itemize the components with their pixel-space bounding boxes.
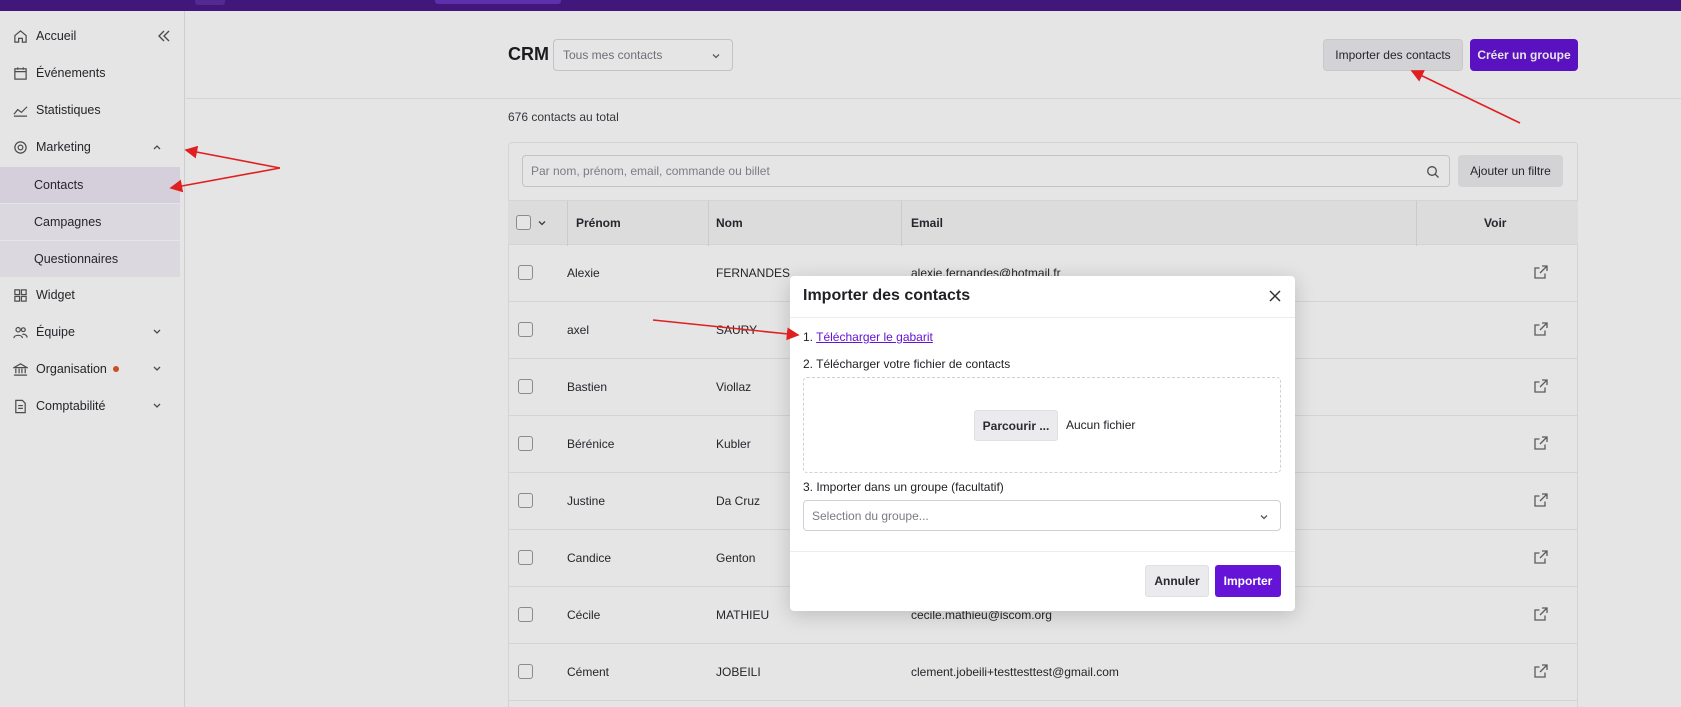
file-dropzone[interactable]: Parcourir ... Aucun fichier: [803, 377, 1281, 473]
no-file-label: Aucun fichier: [1066, 418, 1136, 432]
group-select[interactable]: Selection du groupe...: [803, 500, 1281, 531]
import-contacts-modal: Importer des contacts 1. Télécharger le …: [790, 276, 1295, 611]
download-template-link[interactable]: Télécharger le gabarit: [816, 330, 933, 344]
import-button[interactable]: Importer: [1215, 565, 1281, 597]
chevron-down-icon: [1260, 515, 1268, 520]
close-icon[interactable]: [1267, 288, 1283, 304]
step-1: 1. Télécharger le gabarit: [803, 330, 933, 344]
group-select-placeholder: Selection du groupe...: [812, 508, 929, 523]
modal-title: Importer des contacts: [803, 287, 971, 304]
step-1-prefix: 1.: [803, 330, 817, 344]
step-3-label: 3. Importer dans un groupe (facultatif): [803, 480, 1004, 494]
browse-button[interactable]: Parcourir ...: [974, 410, 1058, 441]
step-2-label: 2. Télécharger votre fichier de contacts: [803, 357, 1011, 371]
cancel-button[interactable]: Annuler: [1145, 565, 1209, 597]
